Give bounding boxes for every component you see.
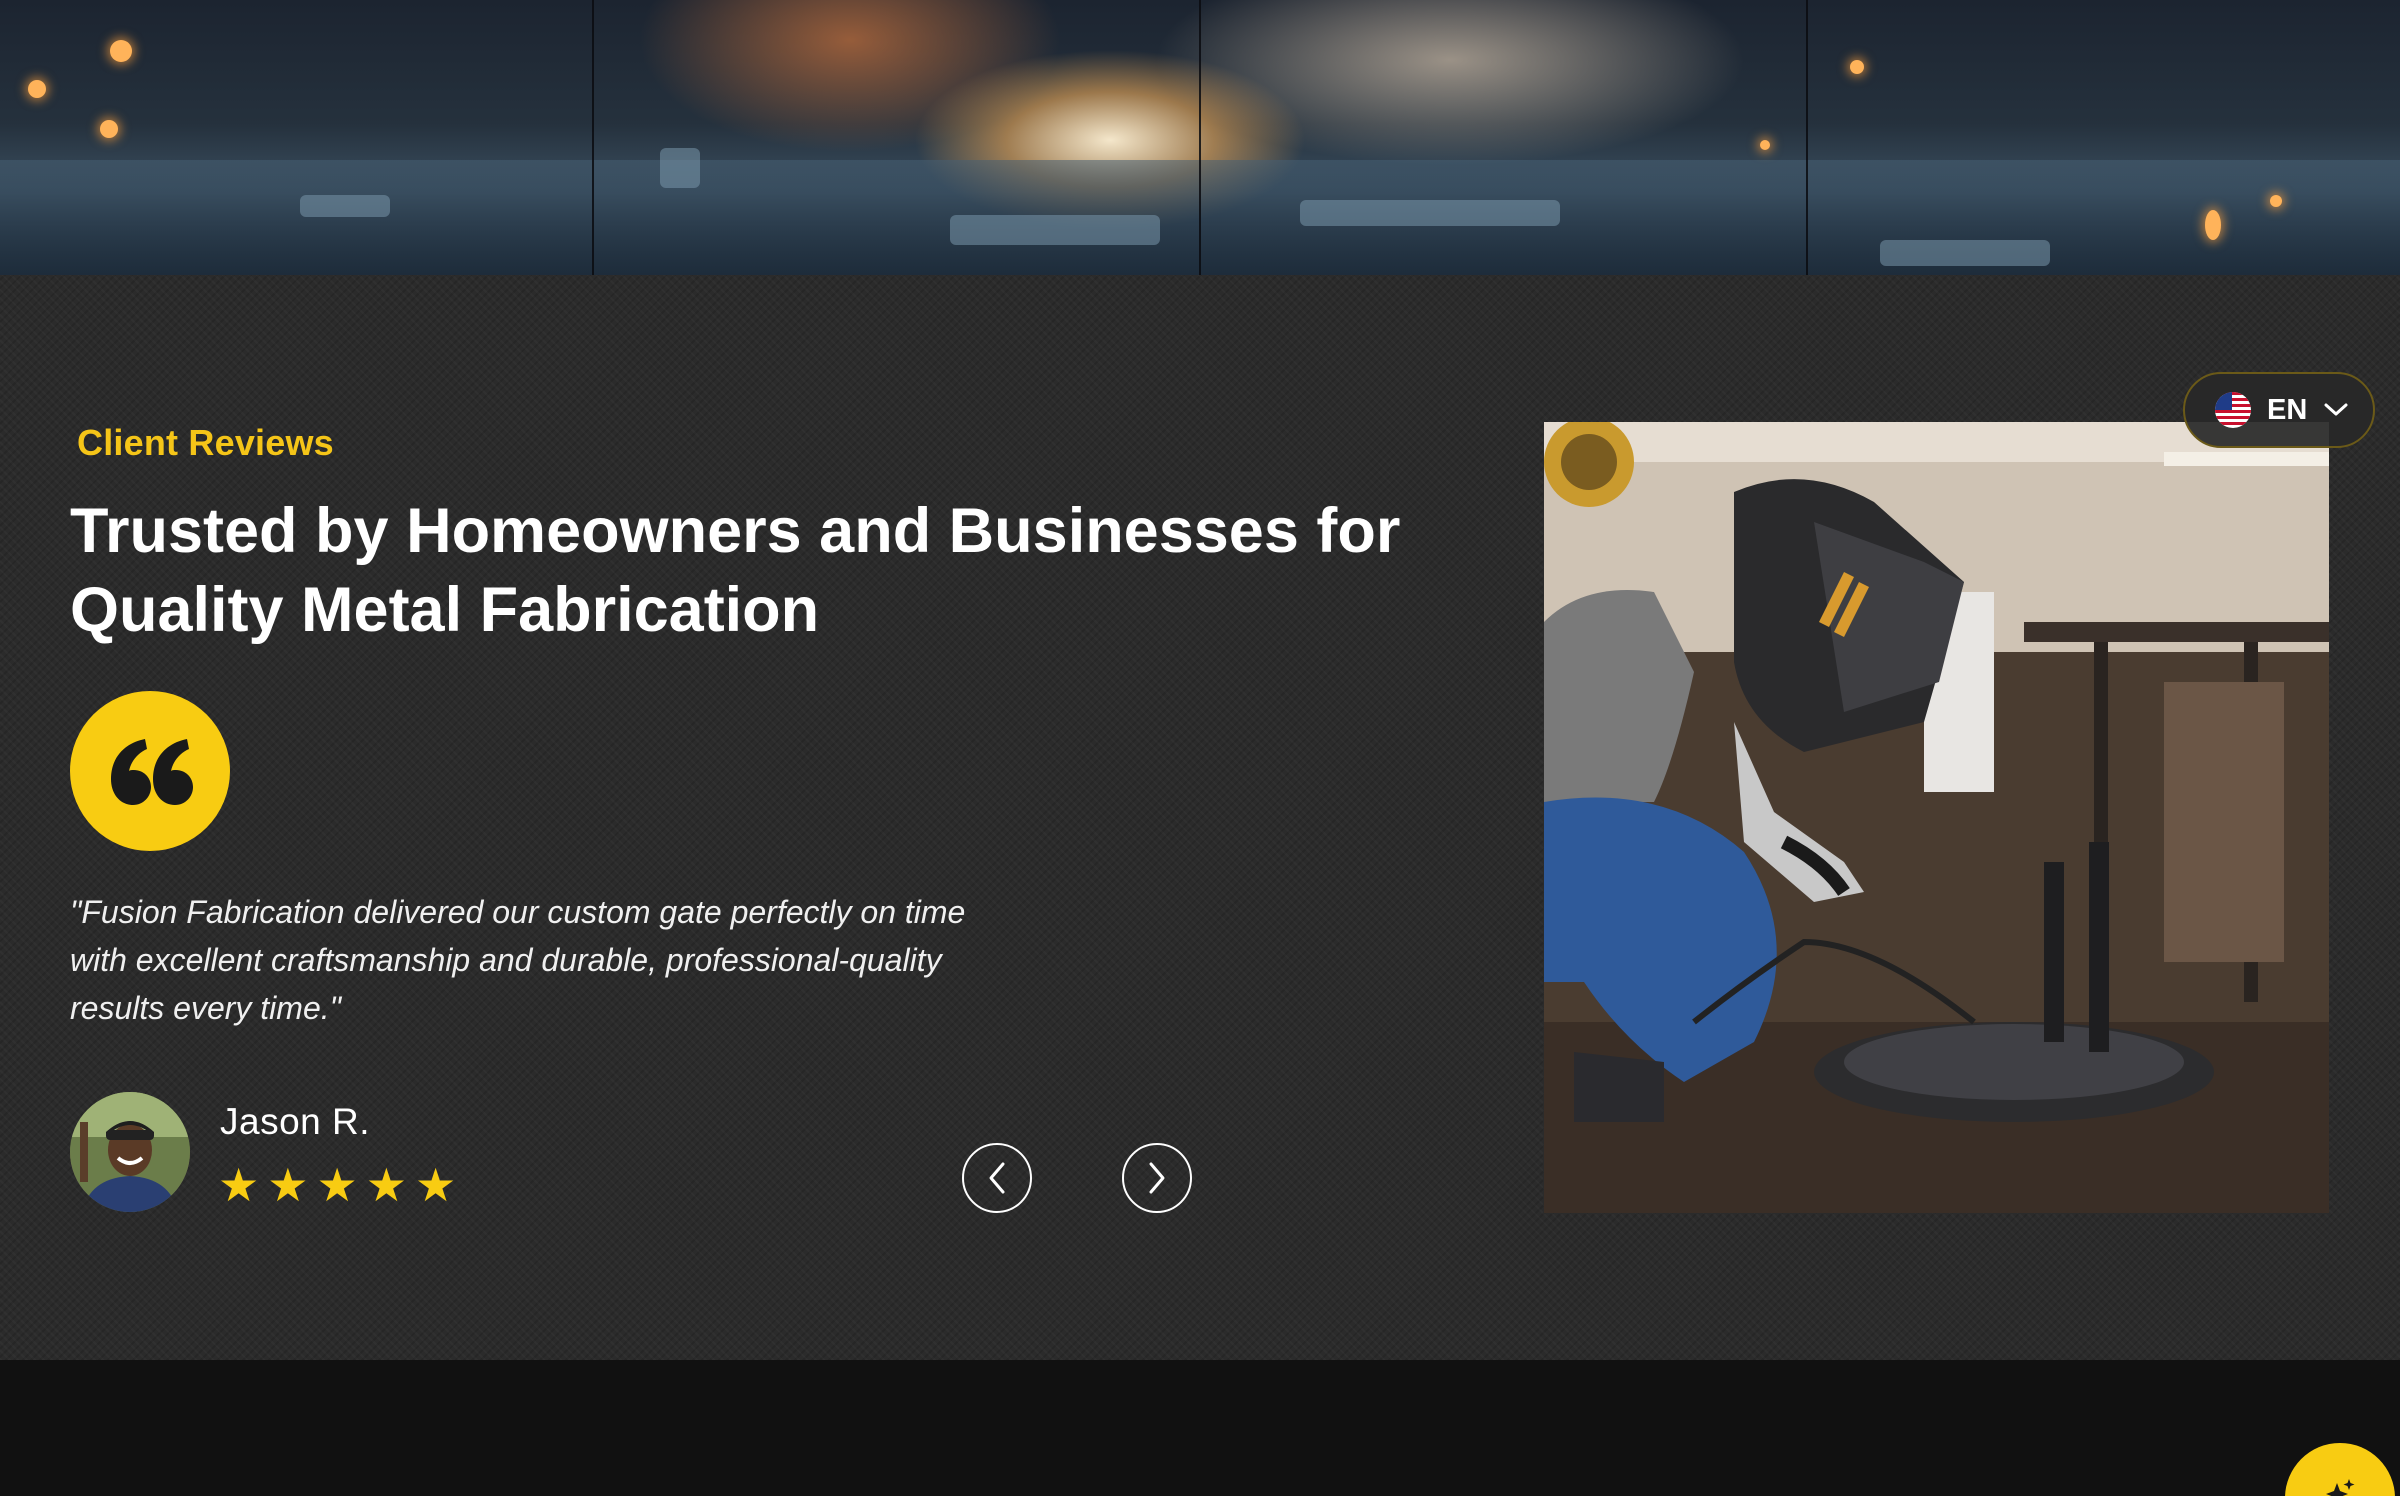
hero-metal-part bbox=[1880, 240, 2050, 266]
section-eyebrow: Client Reviews bbox=[77, 422, 334, 463]
page: Client Reviews Trusted by Homeowners and… bbox=[0, 0, 2400, 1496]
spark bbox=[2205, 210, 2221, 240]
welder-illustration bbox=[1544, 422, 2329, 1213]
hero-panel-divider bbox=[1199, 0, 1201, 275]
spark bbox=[28, 80, 46, 98]
spark bbox=[1850, 60, 1864, 74]
hero-metal-part bbox=[950, 215, 1160, 245]
client-reviews-section: Client Reviews Trusted by Homeowners and… bbox=[0, 275, 2400, 1360]
us-flag-icon bbox=[2215, 392, 2251, 428]
hero-metal-part bbox=[300, 195, 390, 217]
hero-metal-part bbox=[1300, 200, 1560, 226]
hero-panel-divider bbox=[1806, 0, 1808, 275]
chevron-left-icon bbox=[989, 1162, 1005, 1194]
hero-welding-image bbox=[0, 0, 2400, 275]
star-icon: ★ bbox=[218, 1158, 260, 1212]
star-icon: ★ bbox=[365, 1158, 407, 1212]
star-icon: ★ bbox=[316, 1158, 358, 1212]
reviewer-avatar bbox=[70, 1092, 190, 1212]
spark bbox=[100, 120, 118, 138]
spark bbox=[2270, 195, 2282, 207]
section-headline: Trusted by Homeowners and Businesses for… bbox=[70, 496, 1401, 645]
star-icon: ★ bbox=[415, 1158, 457, 1212]
sparkle-icon bbox=[2326, 1479, 2355, 1496]
next-review-button[interactable] bbox=[1122, 1143, 1192, 1213]
star-rating: ★ ★ ★ ★ ★ bbox=[218, 1162, 456, 1208]
hero-metal-part bbox=[660, 148, 700, 188]
hero-panel-divider bbox=[592, 0, 594, 275]
quote-icon bbox=[111, 739, 193, 805]
reviewer-photo bbox=[70, 1092, 190, 1212]
reviewer-name: Jason R. bbox=[220, 1101, 371, 1142]
welder-photo bbox=[1544, 422, 2329, 1213]
footer bbox=[0, 1360, 2400, 1496]
star-icon: ★ bbox=[267, 1158, 309, 1212]
ai-assistant-button[interactable] bbox=[2285, 1443, 2395, 1496]
spark bbox=[1760, 140, 1770, 150]
chevron-down-icon bbox=[2324, 403, 2348, 416]
language-code: EN bbox=[2267, 393, 2308, 426]
spark bbox=[110, 40, 132, 62]
language-selector[interactable]: EN bbox=[2183, 372, 2375, 448]
quote-badge bbox=[70, 691, 230, 851]
testimonial-quote: "Fusion Fabrication delivered our custom… bbox=[70, 894, 966, 1026]
previous-review-button[interactable] bbox=[962, 1143, 1032, 1213]
chevron-right-icon bbox=[1149, 1162, 1165, 1194]
